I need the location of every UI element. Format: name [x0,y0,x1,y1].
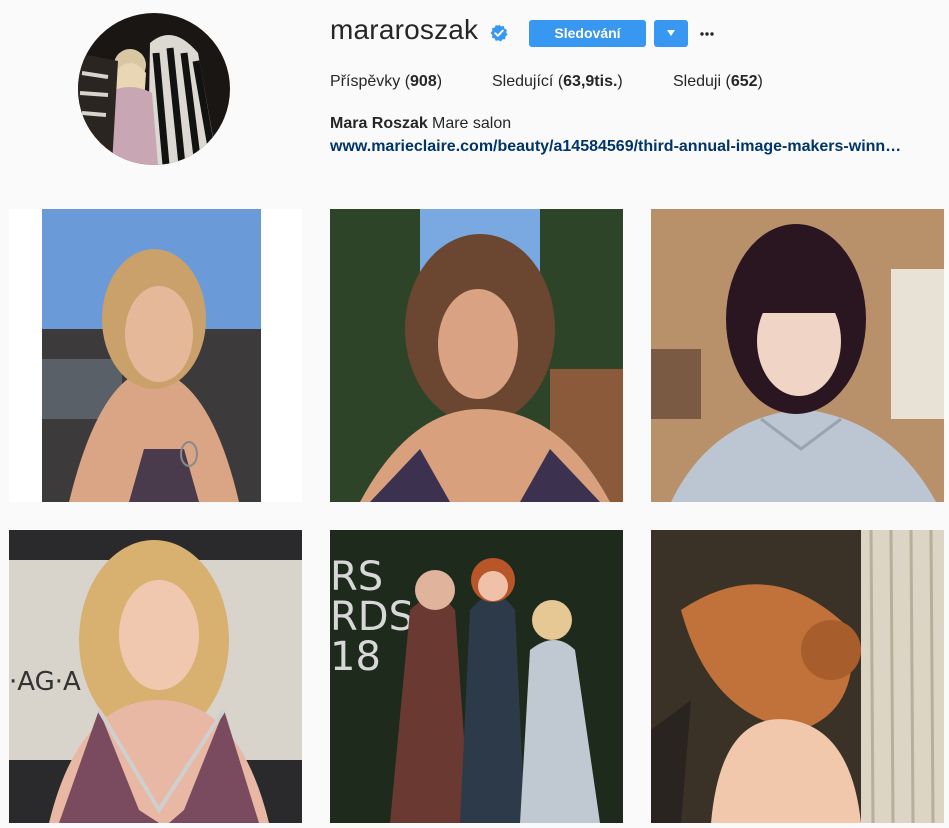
suggestions-dropdown-button[interactable] [654,20,688,47]
stat-following-value: 652 [730,73,758,90]
post-image [651,209,944,502]
avatar-image [78,13,230,165]
stat-posts-label: Příspěvky [330,73,401,90]
profile-website-link[interactable]: www.marieclaire.com/beauty/a14584569/thi… [330,138,942,156]
stat-following[interactable]: Sleduji (652) [673,73,763,91]
post-image [9,209,302,502]
stat-posts-value: 908 [410,73,437,90]
profile-full-name: Mara Roszak [330,115,428,132]
stat-following-label: Sleduji [673,73,722,90]
post-image [330,209,623,502]
stat-followers-label: Sledující [492,73,554,90]
post-image: ·AG·A [9,530,302,823]
stat-posts: Příspěvky (908) [330,73,443,90]
post-thumbnail-3[interactable] [651,209,944,502]
verified-badge-icon [490,24,508,42]
profile-username: mararoszak [330,14,479,45]
profile-bio-text: Mare salon [432,115,512,132]
stat-followers-value: 63,9tis. [563,73,618,90]
post-image: RS RDS 18 [330,530,623,823]
post-thumbnail-4[interactable]: ·AG·A [9,530,302,823]
post-thumbnail-6[interactable] [651,530,944,823]
following-button[interactable]: Sledování [529,20,646,47]
triangle-down-icon [667,30,675,36]
post-thumbnail-1[interactable] [9,209,302,502]
post-thumbnail-5[interactable]: RS RDS 18 [330,530,623,823]
post-image [651,530,944,823]
stat-followers[interactable]: Sledující (63,9tis.) [492,73,623,91]
post-thumbnail-2[interactable] [330,209,623,502]
more-options-icon[interactable] [699,26,715,42]
svg-text:18: 18 [330,634,381,680]
svg-text:·AG·A: ·AG·A [9,667,81,697]
profile-avatar [78,13,230,165]
